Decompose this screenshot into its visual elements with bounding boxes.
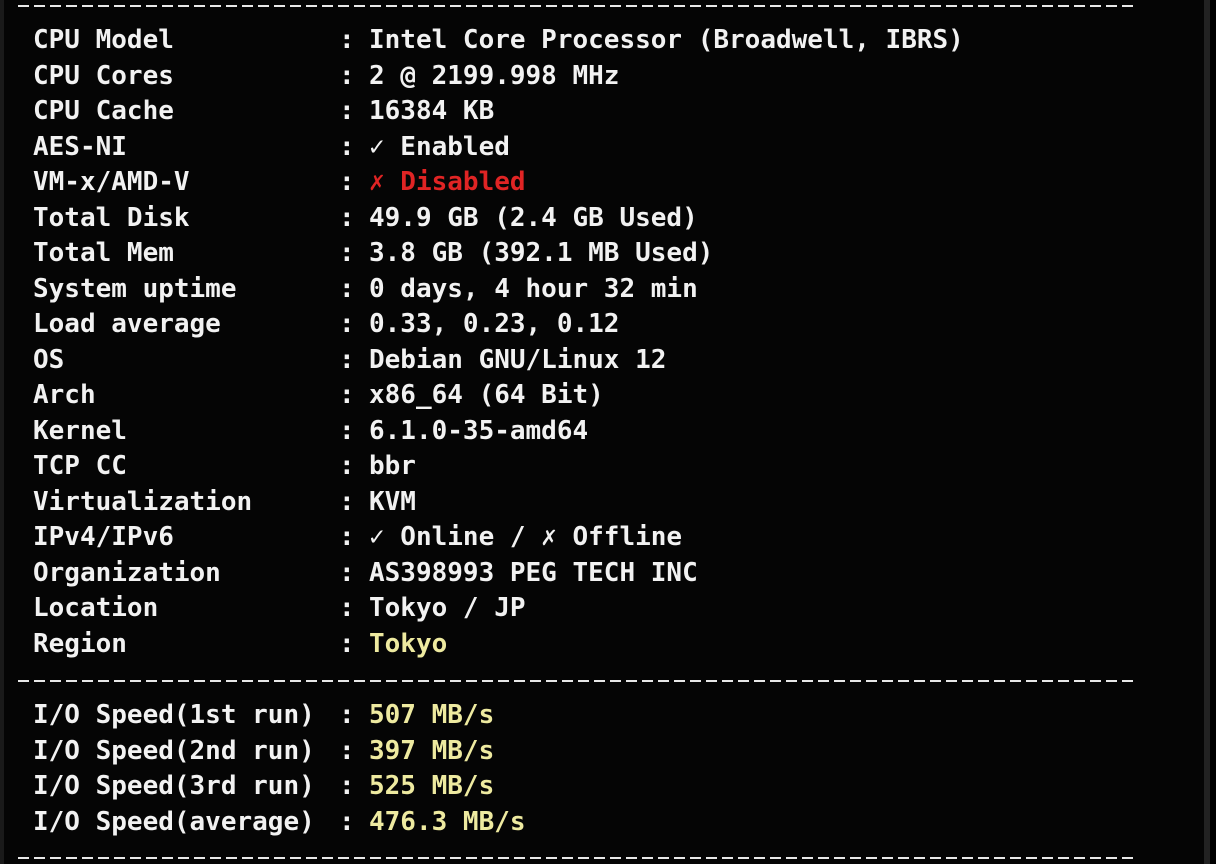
row-separator: : xyxy=(339,486,355,517)
row-value: 2 @ 2199.998 MHz xyxy=(369,60,620,91)
row-separator: : xyxy=(339,593,355,623)
row-value: 6.1.0-35-amd64 xyxy=(369,415,589,446)
row-label: CPU Model xyxy=(33,25,174,55)
row-separator: : xyxy=(339,522,355,552)
row-label: Region xyxy=(33,628,127,659)
row-value: KVM xyxy=(369,486,416,517)
row-separator: : xyxy=(339,771,355,801)
row-value: 0 days, 4 hour 32 min xyxy=(369,273,698,304)
row-label: VM-x/AMD-V xyxy=(33,167,190,197)
row-separator: : xyxy=(339,557,355,588)
row-label: I/O Speed(2nd run) xyxy=(33,735,315,766)
dashed-divider-bottom xyxy=(18,857,1138,859)
row-value: ✓ Enabled xyxy=(369,131,510,162)
row-label: AES-NI xyxy=(33,131,127,162)
row-value: Tokyo / JP xyxy=(369,593,526,623)
row-value: 16384 KB xyxy=(369,96,495,126)
row-separator: : xyxy=(339,25,355,55)
row-label: IPv4/IPv6 xyxy=(33,522,174,552)
row-separator: : xyxy=(339,60,355,91)
row-separator: : xyxy=(339,628,355,659)
row-value: 0.33, 0.23, 0.12 xyxy=(369,309,620,339)
row-separator: : xyxy=(339,806,355,837)
row-label: Arch xyxy=(33,380,96,410)
dashed-divider-top xyxy=(18,5,1138,7)
row-value: ✗ Disabled xyxy=(369,167,526,197)
terminal-window[interactable]: CPU Model: Intel Core Processor (Broadwel… xyxy=(0,0,1210,864)
row-value: 507 MB/s xyxy=(369,700,495,730)
row-value: 3.8 GB (392.1 MB Used) xyxy=(369,238,714,268)
row-value: ✓ Online / ✗ Offline xyxy=(369,522,683,552)
row-separator: : xyxy=(339,735,355,766)
row-label: I/O Speed(3rd run) xyxy=(33,771,315,801)
dashed-divider-middle xyxy=(18,680,1138,682)
row-label: I/O Speed(1st run) xyxy=(33,700,315,730)
row-label: Kernel xyxy=(33,415,127,446)
row-label: Organization xyxy=(33,557,221,588)
row-label: CPU Cache xyxy=(33,96,174,126)
row-label: Location xyxy=(33,593,159,623)
row-separator: : xyxy=(339,700,355,730)
row-label: TCP CC xyxy=(33,451,127,481)
row-value: 49.9 GB (2.4 GB Used) xyxy=(369,202,698,233)
row-label: System uptime xyxy=(33,273,237,304)
row-value: 476.3 MB/s xyxy=(369,806,526,837)
row-separator: : xyxy=(339,96,355,126)
row-label: Load average xyxy=(33,309,221,339)
row-value: Debian GNU/Linux 12 xyxy=(369,344,667,375)
row-value: 397 MB/s xyxy=(369,735,495,766)
row-value: 525 MB/s xyxy=(369,771,495,801)
row-label: Total Mem xyxy=(33,238,174,268)
row-separator: : xyxy=(339,238,355,268)
row-separator: : xyxy=(339,451,355,481)
row-separator: : xyxy=(339,415,355,446)
row-value: Intel Core Processor (Broadwell, IBRS) xyxy=(369,25,964,55)
row-separator: : xyxy=(339,273,355,304)
row-separator: : xyxy=(339,202,355,233)
row-label: OS xyxy=(33,344,65,375)
row-value: AS398993 PEG TECH INC xyxy=(369,557,698,588)
row-value: bbr xyxy=(369,451,416,481)
row-label: Total Disk xyxy=(33,202,190,233)
row-separator: : xyxy=(339,380,355,410)
row-label: Virtualization xyxy=(33,486,253,517)
row-value: Tokyo xyxy=(369,628,448,659)
row-separator: : xyxy=(339,344,355,375)
row-label: I/O Speed(average) xyxy=(33,806,315,837)
row-value: x86_64 (64 Bit) xyxy=(369,380,604,410)
row-separator: : xyxy=(339,131,355,162)
row-label: CPU Cores xyxy=(33,60,174,91)
row-separator: : xyxy=(339,167,355,197)
row-separator: : xyxy=(339,309,355,339)
